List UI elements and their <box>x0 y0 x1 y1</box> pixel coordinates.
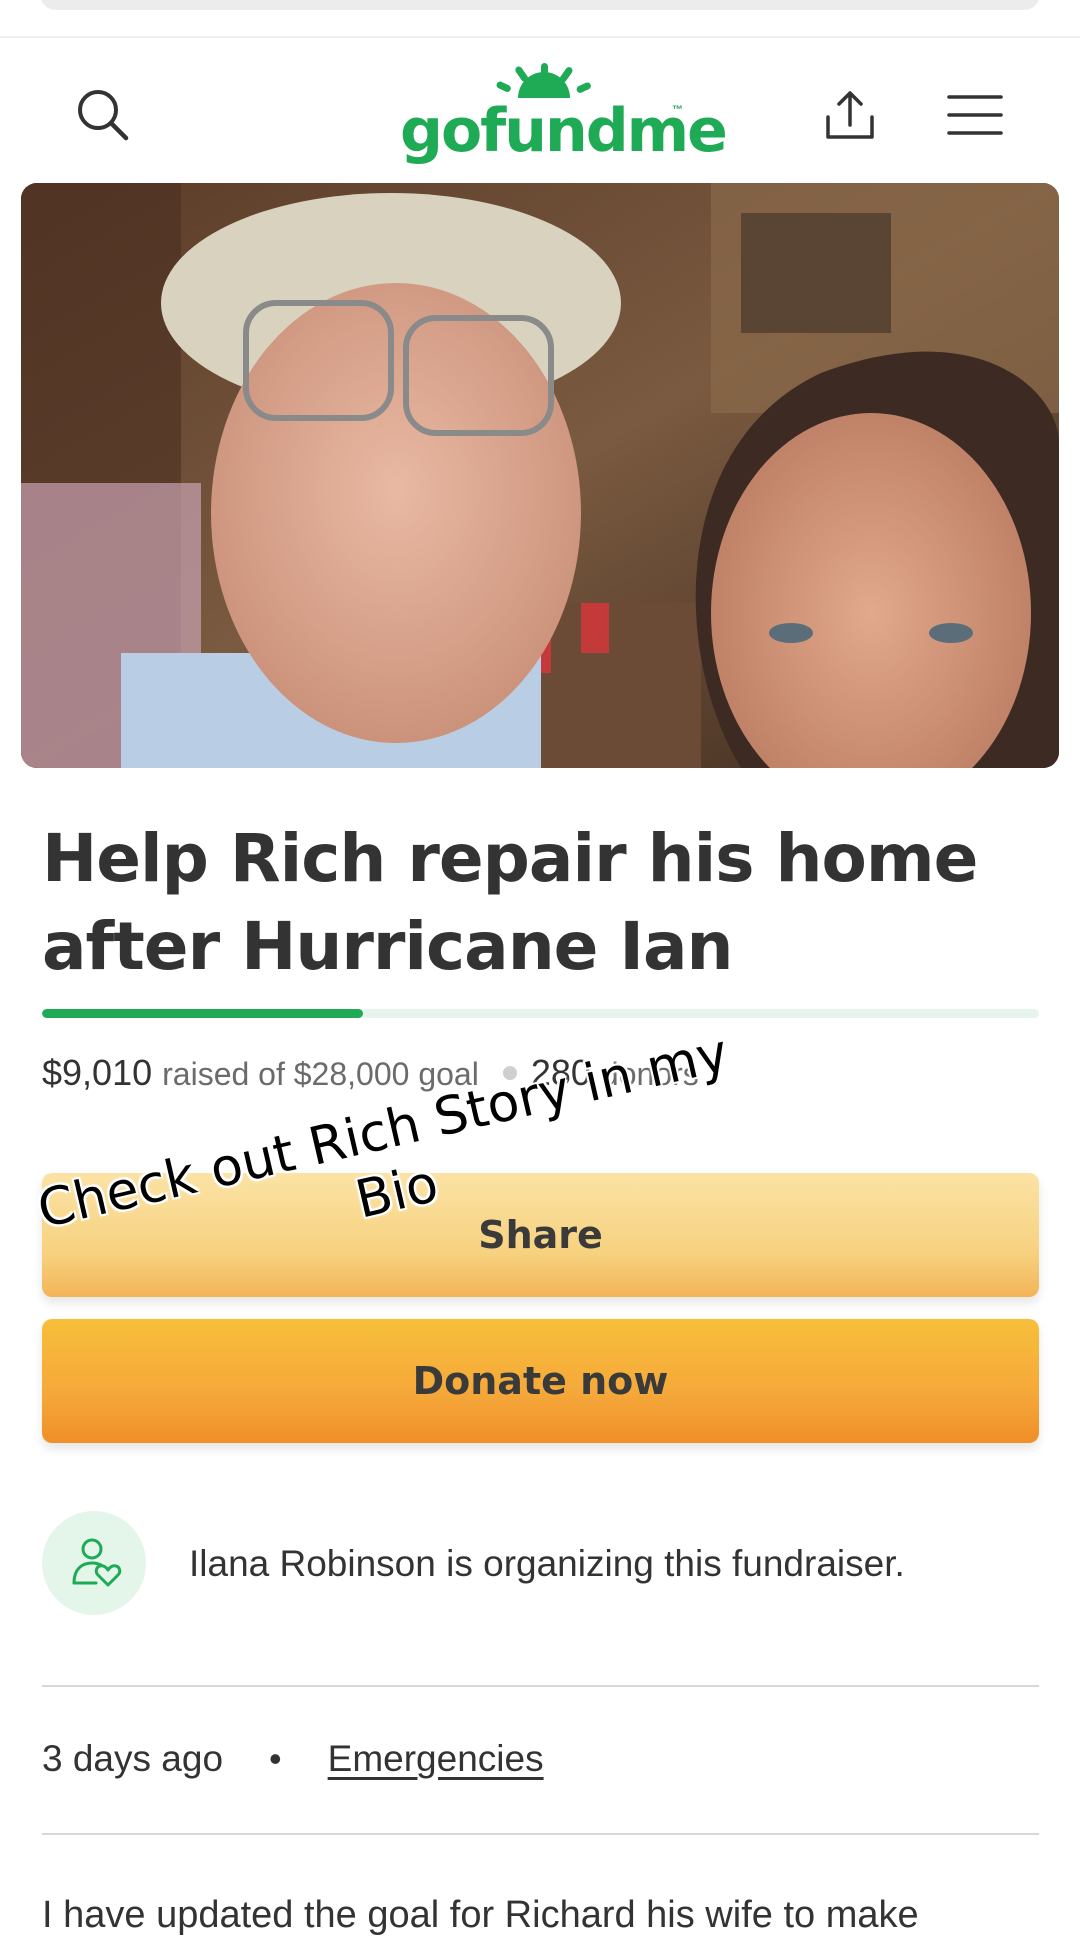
funding-progress-bar <box>42 1009 1039 1018</box>
donate-now-button[interactable]: Donate now <box>42 1319 1039 1443</box>
search-button[interactable] <box>68 80 138 150</box>
goal-text: raised of $28,000 goal <box>162 1056 479 1092</box>
share-upload-icon <box>826 91 874 139</box>
menu-button[interactable] <box>940 80 1010 150</box>
separator-dot <box>502 1066 517 1081</box>
gofundme-logo[interactable]: gofundme ™ <box>400 60 728 170</box>
share-header-button[interactable] <box>815 80 885 150</box>
share-button[interactable]: Share <box>42 1173 1039 1297</box>
donor-count: 280 <box>530 1052 591 1093</box>
campaign-hero-image <box>21 183 1059 768</box>
sunrise-logo-icon <box>496 63 591 98</box>
section-divider-2 <box>42 1833 1039 1835</box>
browser-address-pill <box>40 0 1040 10</box>
menu-icon <box>947 95 1003 135</box>
progress-fill <box>42 1009 364 1018</box>
campaign-title: Help Rich repair his home after Hurrican… <box>42 815 1042 991</box>
title-line-1: Help Rich repair his home <box>42 820 978 897</box>
amount-raised: $9,010 <box>42 1052 153 1093</box>
meta-bullet: • <box>269 1738 282 1779</box>
hero-photo <box>21 183 1059 768</box>
title-line-2: after Hurricane Ian <box>42 908 733 985</box>
top-divider <box>0 36 1080 38</box>
site-header: gofundme ™ <box>0 40 1080 180</box>
organizer-row[interactable]: Ilana Robinson is organizing this fundra… <box>42 1511 1042 1615</box>
search-icon <box>78 90 129 141</box>
posted-time: 3 days ago <box>42 1738 224 1779</box>
organizer-heart-icon <box>72 1538 122 1587</box>
logo-trademark: ™ <box>672 104 683 116</box>
organizer-text: Ilana Robinson is organizing this fundra… <box>189 1543 905 1584</box>
category-link[interactable]: Emergencies <box>328 1738 544 1779</box>
donor-label: donors <box>600 1056 699 1092</box>
organizer-avatar <box>42 1511 146 1615</box>
story-preview: I have updated the goal for Richard his … <box>42 1894 919 1936</box>
section-divider-1 <box>42 1685 1039 1687</box>
campaign-meta: 3 days ago • Emergencies <box>42 1738 544 1780</box>
funding-stats: $9,010 raised of $28,000 goal 280 donors <box>42 1052 699 1094</box>
